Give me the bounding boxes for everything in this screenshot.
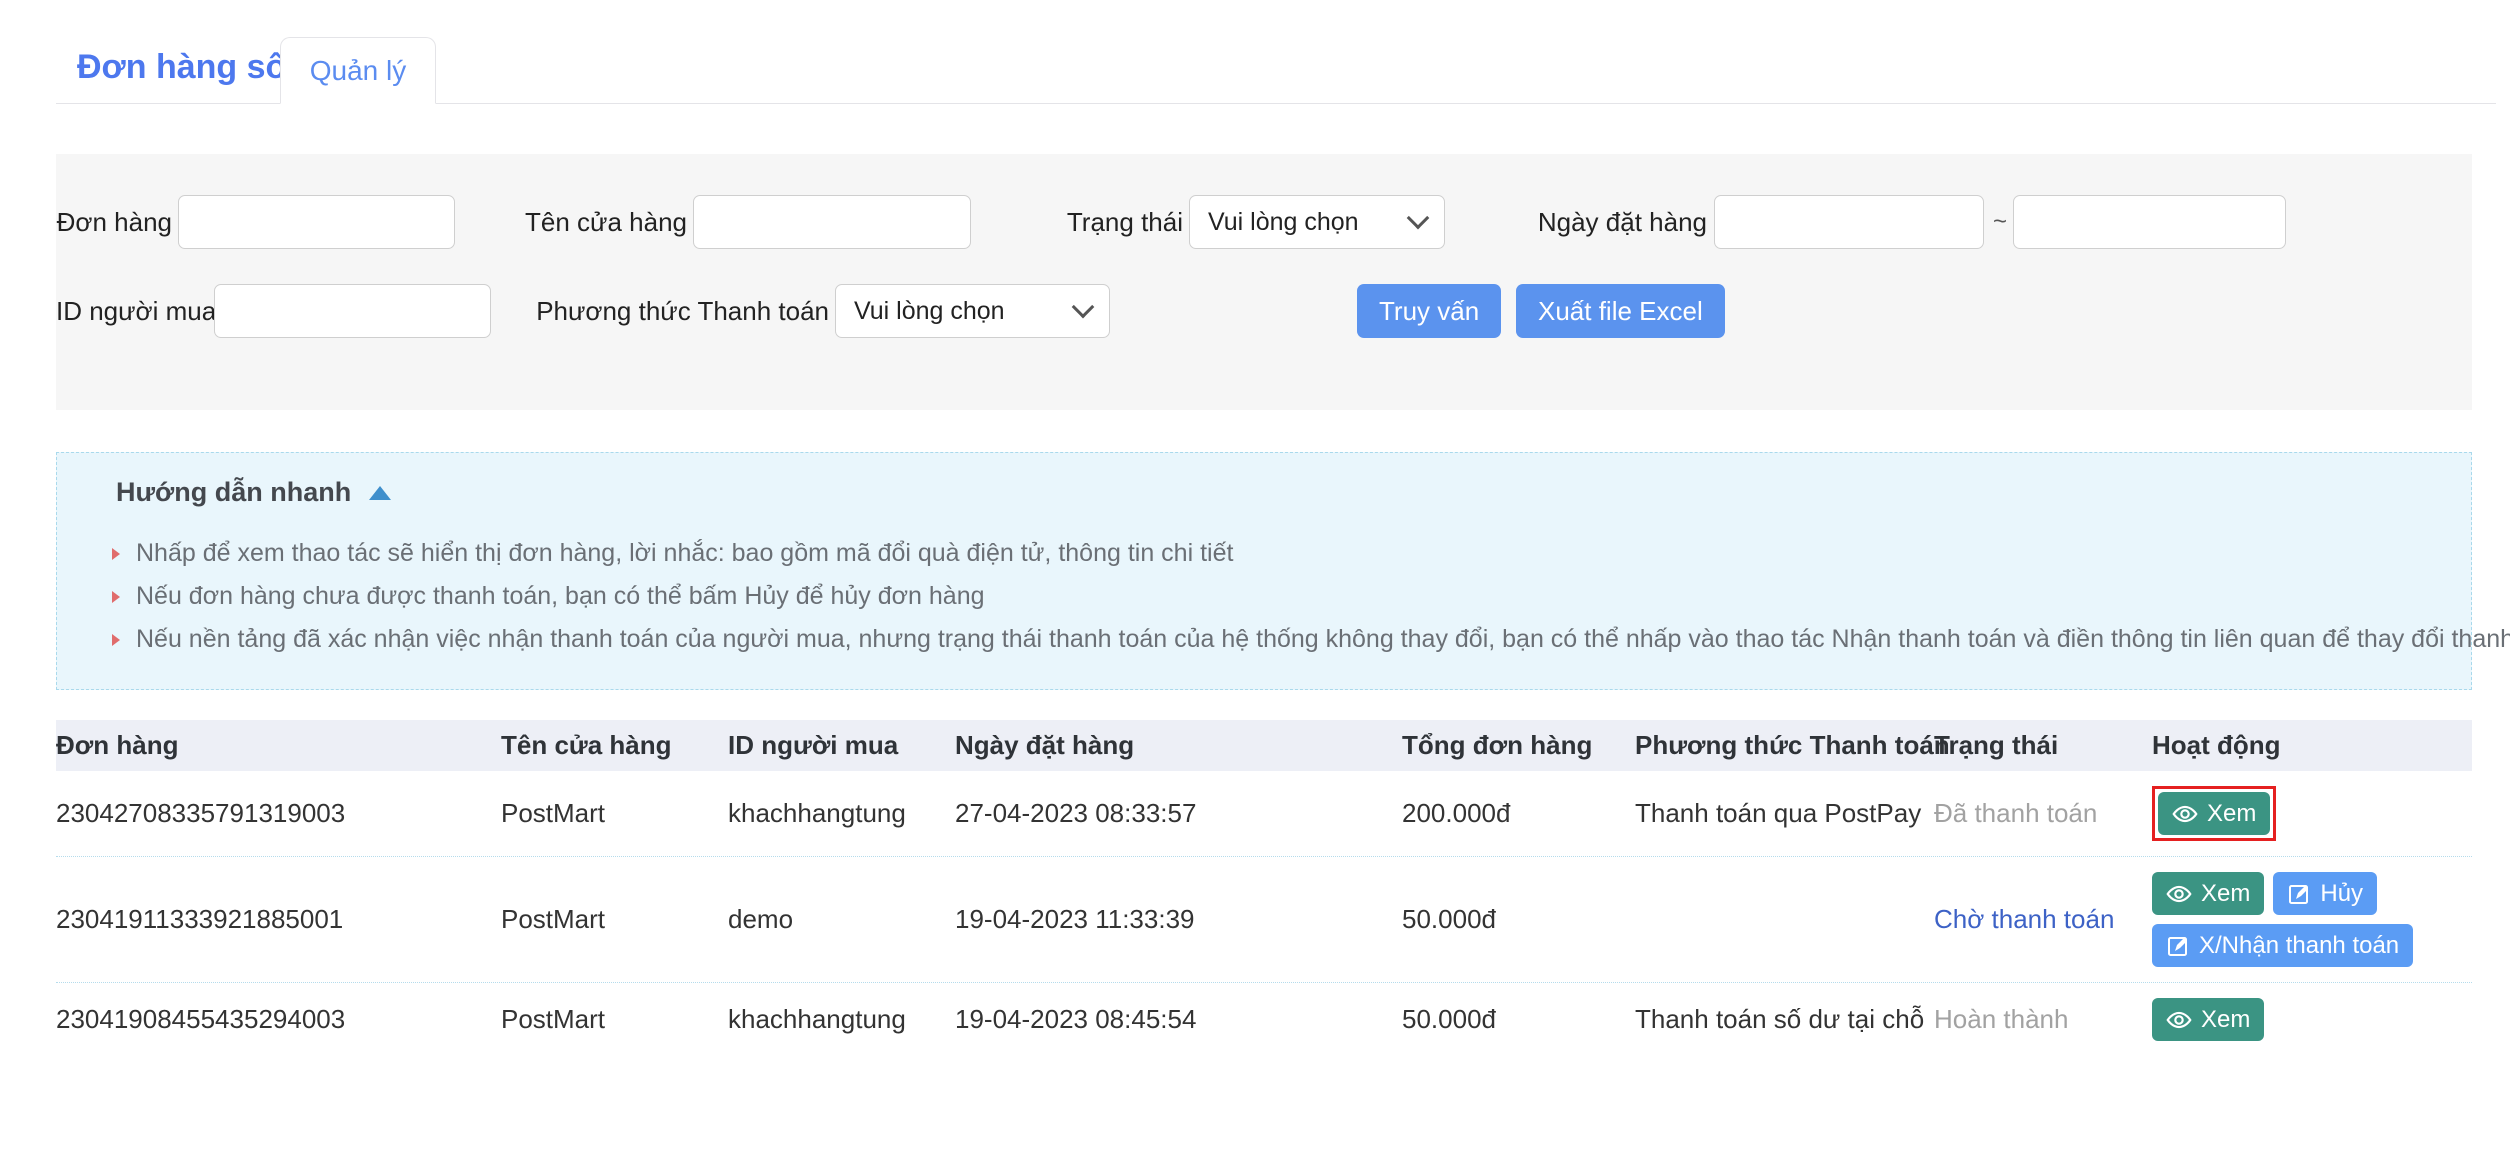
column-header-store: Tên cửa hàng: [501, 730, 728, 761]
date-cell: 27-04-2023 08:33:57: [955, 798, 1402, 829]
eye-icon: [2166, 1007, 2192, 1033]
edit-icon: [2287, 882, 2311, 906]
column-header-payment: Phương thức Thanh toán: [1635, 730, 1934, 761]
quick-guide-item: Nhấp để xem thao tác sẽ hiển thị đơn hàn…: [116, 532, 2441, 575]
total-cell: 50.000đ: [1402, 904, 1635, 935]
column-header-date: Ngày đặt hàng: [955, 730, 1402, 761]
confirm-payment-button[interactable]: X/Nhận thanh toán: [2152, 924, 2413, 967]
eye-icon: [2166, 881, 2192, 907]
date-cell: 19-04-2023 11:33:39: [955, 904, 1402, 935]
payment-method-select-value: Vui lòng chọn: [854, 297, 1075, 326]
confirm-payment-button-label: X/Nhận thanh toán: [2199, 932, 2399, 960]
quick-guide-list: Nhấp để xem thao tác sẽ hiển thị đơn hàn…: [116, 532, 2441, 661]
total-cell: 50.000đ: [1402, 1004, 1635, 1035]
date-cell: 19-04-2023 08:45:54: [955, 1004, 1402, 1035]
highlight-annotation-box: Xem: [2152, 786, 2276, 841]
table-row: 23041908455435294003 PostMart khachhangt…: [56, 983, 2472, 1056]
date-range-separator: ~: [1990, 195, 2010, 249]
filter-panel: Đơn hàng Tên cửa hàng Trạng thái Vui lòn…: [56, 154, 2472, 410]
payment-cell: Thanh toán số dư tại chỗ: [1635, 1004, 1934, 1035]
actions-cell: Xem Hủy X/Nhận thanh toán: [2152, 872, 2452, 967]
column-header-buyer: ID người mua: [728, 730, 955, 761]
chevron-down-icon: [1072, 296, 1095, 319]
order-id-cell: 23041908455435294003: [56, 1004, 501, 1035]
column-header-actions: Hoạt động: [2152, 730, 2472, 761]
order-number-input[interactable]: [178, 195, 455, 249]
status-cell[interactable]: Chờ thanh toán: [1934, 904, 2152, 935]
status-select[interactable]: Vui lòng chọn: [1189, 195, 1445, 249]
tab-bar: Đơn hàng số Quản lý: [56, 0, 2496, 104]
order-date-end-input[interactable]: [2013, 195, 2286, 249]
order-number-label: Đơn hàng: [56, 195, 172, 249]
status-label: Trạng thái: [983, 195, 1183, 249]
store-cell: PostMart: [501, 798, 728, 829]
column-header-total: Tổng đơn hàng: [1402, 730, 1635, 761]
eye-icon: [2172, 801, 2198, 827]
order-id-cell: 23041911333921885001: [56, 904, 501, 935]
payment-method-label: Phương thức Thanh toán: [529, 284, 829, 338]
store-name-input[interactable]: [693, 195, 971, 249]
buyer-cell: demo: [728, 904, 955, 935]
column-header-status: Trạng thái: [1934, 730, 2152, 761]
buyer-cell: khachhangtung: [728, 798, 955, 829]
export-excel-button[interactable]: Xuất file Excel: [1516, 284, 1725, 338]
page-title: Đơn hàng số: [77, 48, 286, 87]
view-button[interactable]: Xem: [2152, 998, 2264, 1041]
collapse-arrow-icon[interactable]: [369, 486, 391, 500]
actions-cell: Xem: [2152, 998, 2472, 1041]
query-button[interactable]: Truy vấn: [1357, 284, 1501, 338]
view-button-label: Xem: [2201, 1006, 2250, 1034]
order-date-start-input[interactable]: [1714, 195, 1984, 249]
total-cell: 200.000đ: [1402, 798, 1635, 829]
cancel-order-button[interactable]: Hủy: [2273, 872, 2377, 915]
tab-quan-ly[interactable]: Quản lý: [280, 37, 436, 104]
column-header-order: Đơn hàng: [56, 730, 501, 761]
store-cell: PostMart: [501, 1004, 728, 1035]
order-id-cell: 23042708335791319003: [56, 798, 501, 829]
table-header-row: Đơn hàng Tên cửa hàng ID người mua Ngày …: [56, 720, 2472, 771]
quick-guide-item: Nếu nền tảng đã xác nhận việc nhận thanh…: [116, 618, 2441, 661]
quick-guide-title: Hướng dẫn nhanh: [116, 477, 351, 508]
view-button-label: Xem: [2207, 800, 2256, 828]
status-select-value: Vui lòng chọn: [1208, 208, 1410, 237]
chevron-down-icon: [1407, 207, 1430, 230]
buyer-id-label: ID người mua: [56, 284, 207, 338]
buyer-id-input[interactable]: [214, 284, 491, 338]
cancel-button-label: Hủy: [2320, 880, 2363, 908]
table-row: 23042708335791319003 PostMart khachhangt…: [56, 771, 2472, 857]
view-button-label: Xem: [2201, 880, 2250, 908]
status-cell: Hoàn thành: [1934, 1004, 2152, 1035]
payment-method-select[interactable]: Vui lòng chọn: [835, 284, 1110, 338]
view-button[interactable]: Xem: [2158, 792, 2270, 835]
store-name-label: Tên cửa hàng: [487, 195, 687, 249]
payment-cell: Thanh toán qua PostPay: [1635, 798, 1934, 829]
buyer-cell: khachhangtung: [728, 1004, 955, 1035]
quick-guide-panel: Hướng dẫn nhanh Nhấp để xem thao tác sẽ …: [56, 452, 2472, 690]
view-button[interactable]: Xem: [2152, 872, 2264, 915]
status-cell: Đã thanh toán: [1934, 798, 2152, 829]
order-date-label: Ngày đặt hàng: [1507, 195, 1707, 249]
edit-icon: [2166, 934, 2190, 958]
actions-cell: Xem: [2152, 786, 2472, 841]
orders-table: Đơn hàng Tên cửa hàng ID người mua Ngày …: [56, 720, 2472, 1056]
store-cell: PostMart: [501, 904, 728, 935]
quick-guide-item: Nếu đơn hàng chưa được thanh toán, bạn c…: [116, 575, 2441, 618]
table-row: 23041911333921885001 PostMart demo 19-04…: [56, 857, 2472, 983]
